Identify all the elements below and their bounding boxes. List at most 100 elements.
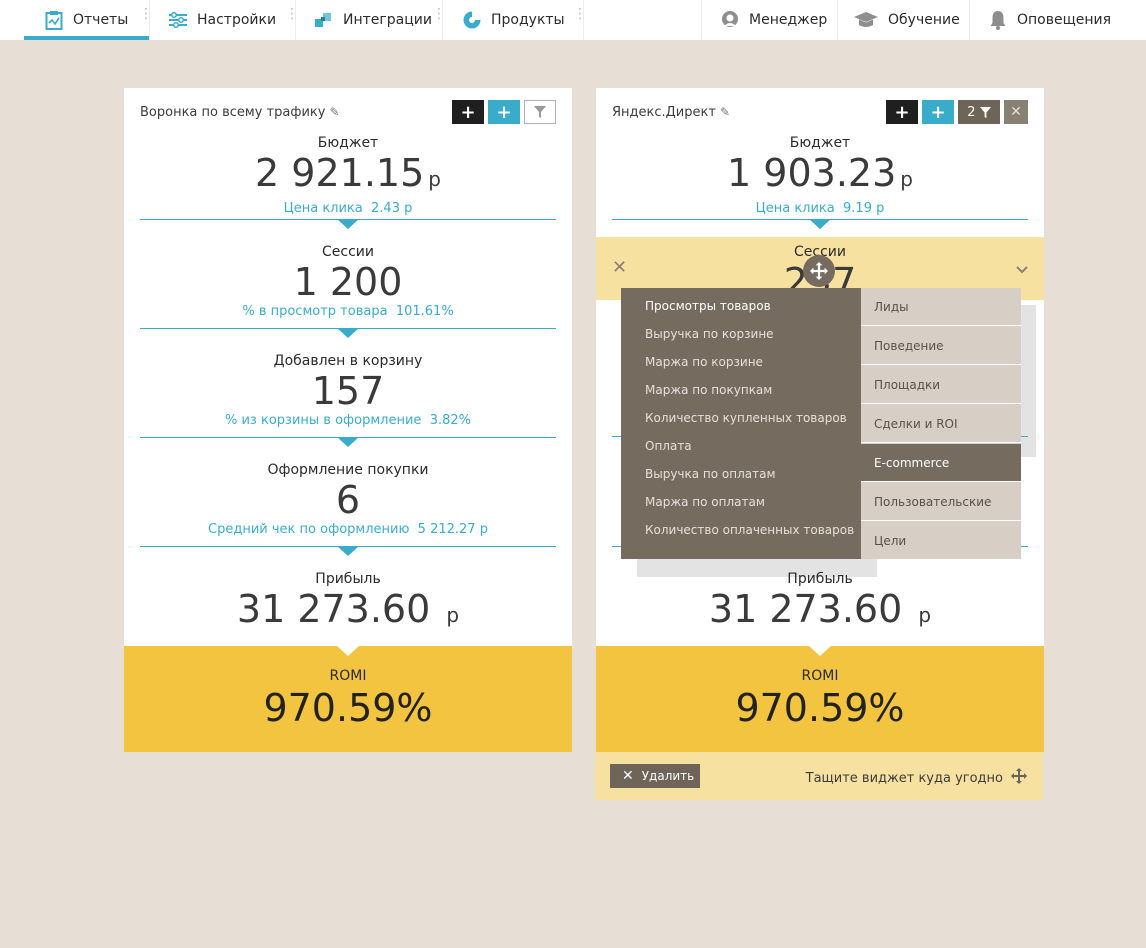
category-custom[interactable]: Пользовательские: [861, 483, 1021, 521]
move-arrows-icon: [1011, 768, 1027, 788]
stage-metric[interactable]: Цена клика 2.43 р: [124, 201, 572, 217]
romi-block: ROMI 970.59%: [124, 646, 572, 752]
funnel-arrow: [337, 546, 359, 556]
funnel-stage-sessions: Сессии 1 200 % в просмотр товара 101.61%: [124, 244, 572, 320]
pencil-icon[interactable]: ✎: [720, 105, 730, 119]
funnel-arrow: [337, 437, 359, 447]
graduation-cap-icon: [853, 10, 879, 30]
settings-icon: [168, 10, 188, 30]
nav-tab-products[interactable]: Продукты: [462, 0, 565, 40]
nav-learning[interactable]: Обучение: [853, 0, 960, 40]
metric-option[interactable]: Маржа по покупкам: [645, 383, 772, 397]
nav-notifications-label: Оповещения: [1017, 12, 1112, 28]
romi-label: ROMI: [329, 668, 367, 684]
top-navigation: Отчеты ⋮ Настройки ⋮ Интеграции ⋮ Продук…: [0, 0, 1146, 40]
nav-tab-reports[interactable]: Отчеты: [44, 0, 128, 40]
products-icon: [462, 10, 482, 30]
filter-icon: [534, 106, 546, 118]
nav-manager[interactable]: Менеджер: [720, 0, 827, 40]
metric-option[interactable]: Количество оплаченных товаров: [645, 523, 854, 537]
funnel-stage-budget: Бюджет 1 903.23 р Цена клика 9.19 р: [596, 135, 1044, 217]
category-goals[interactable]: Цели: [861, 522, 1021, 559]
stage-value: 157: [311, 369, 385, 413]
category-platforms[interactable]: Площадки: [861, 366, 1021, 404]
nav-tab-integrations-label: Интеграции: [343, 12, 432, 28]
metric-option[interactable]: Оплата: [645, 439, 692, 453]
category-ecommerce[interactable]: E-commerce: [861, 444, 1021, 482]
metric-option[interactable]: Просмотры товаров: [645, 299, 771, 313]
stage-metric[interactable]: Средний чек по оформлению 5 212.27 р: [124, 522, 572, 538]
metric-option[interactable]: Выручка по корзине: [645, 327, 774, 341]
manager-icon: [720, 10, 740, 30]
category-leads[interactable]: Лиды: [861, 288, 1021, 326]
add-blue-button[interactable]: +: [488, 100, 520, 124]
stage-label: Сессии: [322, 244, 374, 260]
pencil-icon[interactable]: ✎: [329, 105, 339, 119]
stage-label: Бюджет: [789, 135, 851, 151]
filter-icon: [979, 106, 991, 118]
stage-value: 1 200: [293, 260, 403, 304]
add-dark-button[interactable]: +: [886, 100, 918, 124]
stage-label: Прибыль: [315, 571, 381, 587]
nav-tab-reports-label: Отчеты: [73, 12, 129, 28]
stage-value: 1 903.23 р: [727, 151, 913, 195]
funnel-arrow: [809, 646, 831, 656]
funnel-stage-cart: Добавлен в корзину 157 % из корзины в оф…: [124, 353, 572, 429]
metric-option[interactable]: Количество купленных товаров: [645, 411, 847, 425]
nav-tab-settings-label: Настройки: [197, 12, 277, 28]
widget-title[interactable]: Воронка по всему трафику ✎: [140, 105, 340, 120]
romi-value: 970.59%: [735, 686, 905, 730]
nav-tab-products-label: Продукты: [491, 12, 565, 28]
widget-title[interactable]: Яндекс.Директ ✎: [612, 105, 730, 120]
reports-icon: [44, 10, 64, 30]
funnel-arrow: [337, 646, 359, 656]
stage-value: 6: [335, 478, 361, 522]
add-blue-button[interactable]: +: [922, 100, 954, 124]
nav-tab-integrations[interactable]: Интеграции: [314, 0, 432, 40]
stage-value: 31 273.60 р: [708, 587, 932, 631]
filter-button-active[interactable]: 2: [958, 100, 1000, 124]
move-arrows-icon: [810, 262, 828, 280]
stage-label: Оформление покупки: [267, 462, 429, 478]
metric-option[interactable]: Выручка по оплатам: [645, 467, 776, 481]
metric-option[interactable]: Маржа по корзине: [645, 355, 763, 369]
category-behavior[interactable]: Поведение: [861, 327, 1021, 365]
stage-metric[interactable]: Цена клика 9.19 р: [596, 201, 1044, 217]
category-deals-roi[interactable]: Сделки и ROI: [861, 405, 1021, 443]
chevron-down-icon[interactable]: [1016, 259, 1028, 278]
close-icon: ✕: [622, 768, 634, 784]
nav-tab-settings[interactable]: Настройки: [168, 0, 276, 40]
move-handle[interactable]: [803, 255, 835, 287]
drag-dots-icon[interactable]: ⋮: [285, 7, 299, 21]
stage-label: Прибыль: [787, 571, 853, 587]
metric-dropdown-list: Просмотры товаров Выручка по корзине Мар…: [621, 288, 861, 559]
active-tab-indicator: [24, 36, 149, 40]
integrations-icon: [314, 10, 334, 30]
funnel-arrow: [337, 219, 359, 229]
add-dark-button[interactable]: +: [452, 100, 484, 124]
stage-value: 2 921.15 р: [255, 151, 441, 195]
stage-value: 31 273.60 р: [236, 587, 460, 631]
drag-dots-icon[interactable]: ⋮: [432, 7, 446, 21]
drag-dots-icon[interactable]: ⋮: [573, 7, 587, 21]
stage-metric[interactable]: % в просмотр товара 101.61%: [124, 304, 572, 320]
stage-label: Добавлен в корзину: [273, 353, 423, 369]
romi-label: ROMI: [801, 668, 839, 684]
nav-notifications[interactable]: Оповещения: [988, 0, 1111, 40]
metric-category-list: Лиды Поведение Площадки Сделки и ROI E-c…: [861, 288, 1021, 559]
close-widget-button[interactable]: ✕: [1004, 100, 1028, 124]
metric-option[interactable]: Маржа по оплатам: [645, 495, 765, 509]
funnel-stage-checkout: Оформление покупки 6 Средний чек по офор…: [124, 462, 572, 538]
filter-button[interactable]: [524, 100, 556, 124]
bell-icon: [988, 10, 1008, 30]
funnel-stage-profit: Прибыль 31 273.60 р: [124, 571, 572, 637]
nav-manager-label: Менеджер: [749, 12, 828, 28]
funnel-stage-budget: Бюджет 2 921.15 р Цена клика 2.43 р: [124, 135, 572, 217]
funnel-arrow: [337, 328, 359, 338]
drag-hint[interactable]: Тащите виджет куда угодно: [806, 768, 1027, 788]
stage-metric[interactable]: % из корзины в оформление 3.82%: [124, 413, 572, 429]
romi-value: 970.59%: [263, 686, 433, 730]
drag-dots-icon[interactable]: ⋮: [139, 7, 153, 21]
funnel-arrow: [809, 219, 831, 229]
delete-widget-button[interactable]: ✕ Удалить: [610, 764, 700, 788]
